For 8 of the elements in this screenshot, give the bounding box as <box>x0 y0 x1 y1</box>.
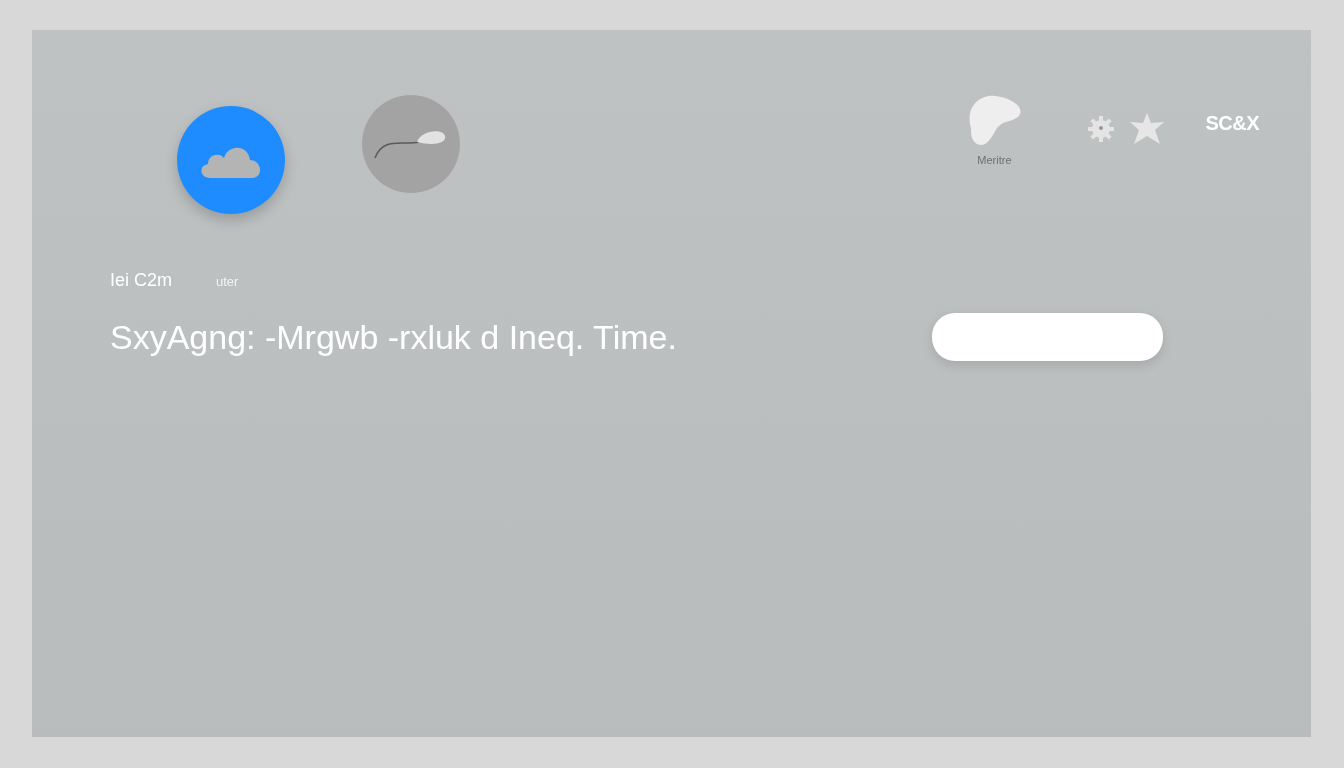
icon-label: Meritre <box>977 154 1012 166</box>
input-field[interactable] <box>932 313 1163 361</box>
caption-label: Iei C2m <box>110 270 172 291</box>
logo-text: SC&X <box>1205 112 1259 135</box>
headline: SxyAgng: -Mrgwb -rxluk d Ineq. Time. <box>110 317 678 357</box>
star-icon[interactable] <box>1129 112 1166 146</box>
gear-icon[interactable] <box>1087 115 1116 143</box>
toggle-button[interactable] <box>177 106 285 214</box>
